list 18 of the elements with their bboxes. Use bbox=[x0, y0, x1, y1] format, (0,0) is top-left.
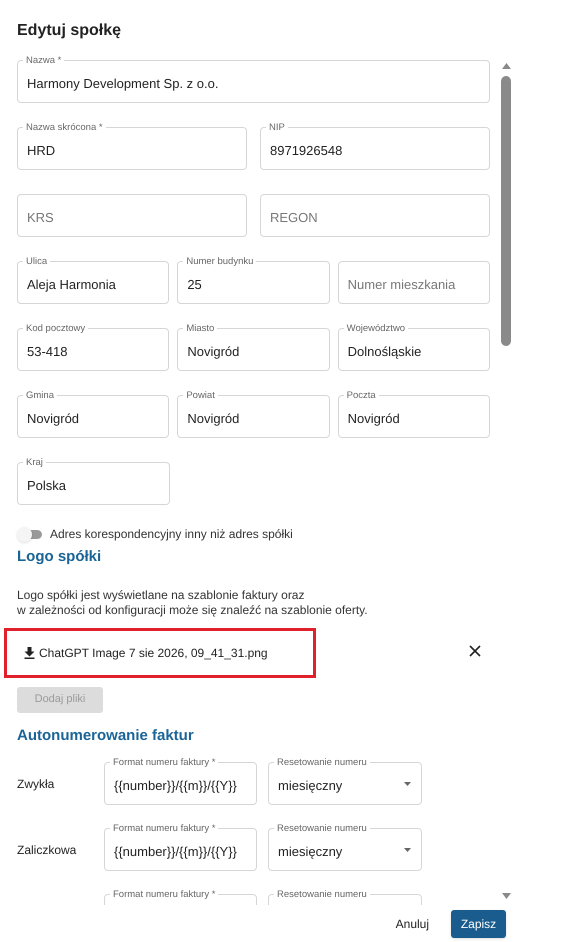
dialog-title: Edytuj społkę bbox=[17, 21, 122, 41]
file-link[interactable]: ChatGPT Image 7 sie 2026, 09_41_31.png bbox=[24, 644, 268, 662]
scroll-up-icon[interactable] bbox=[502, 63, 511, 69]
scroll-thumb[interactable] bbox=[501, 76, 511, 346]
scroll-down-icon[interactable] bbox=[502, 893, 511, 899]
toggle-label: Adres korespondencyjny inny niż adres spółki bbox=[50, 526, 293, 543]
cancel-button[interactable]: Anuluj bbox=[392, 910, 433, 936]
caret-icon bbox=[404, 782, 411, 786]
invoice-type-label: Zwykła bbox=[17, 776, 54, 792]
invoice-type-label: Zaliczkowa bbox=[17, 842, 76, 858]
section-heading: Autonumerowanie faktur bbox=[17, 726, 194, 746]
toggle-switch[interactable] bbox=[17, 526, 44, 542]
download-icon bbox=[24, 646, 35, 658]
caret-icon bbox=[404, 848, 411, 852]
remove-file-button[interactable] bbox=[469, 644, 481, 656]
save-button[interactable]: Zapisz bbox=[451, 910, 506, 938]
description-text: Logo spółki jest wyświetlane na szablonie faktury oraz w zależności od konfiguracji może się znaleźć na szablonie oferty. bbox=[17, 588, 368, 618]
section-heading: Logo spółki bbox=[17, 547, 102, 567]
